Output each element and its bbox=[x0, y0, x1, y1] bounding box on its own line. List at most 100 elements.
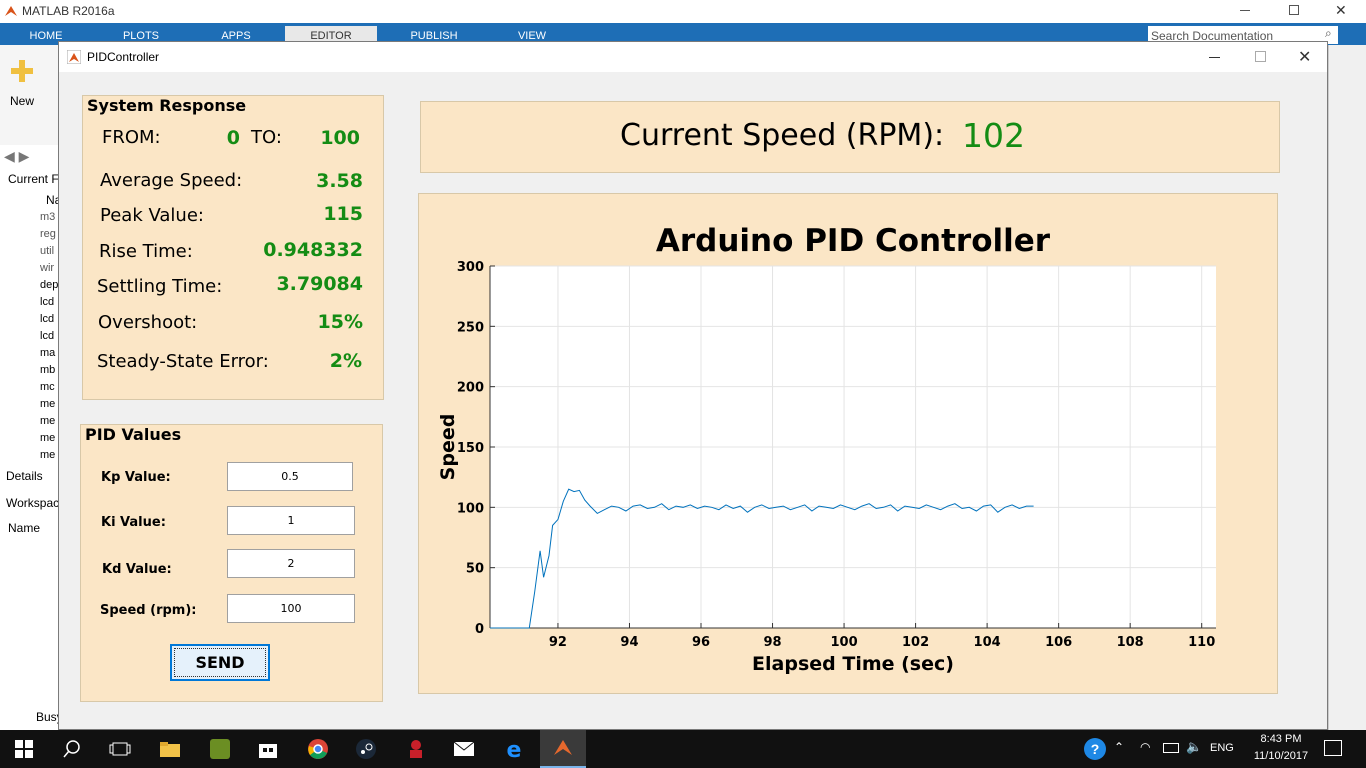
task-view-icon[interactable] bbox=[98, 730, 142, 768]
store-icon[interactable] bbox=[246, 730, 290, 768]
maximize-icon[interactable] bbox=[1255, 51, 1266, 62]
game-icon[interactable] bbox=[394, 730, 438, 768]
x-axis-label: Elapsed Time (sec) bbox=[752, 653, 954, 675]
details-label[interactable]: Details bbox=[6, 469, 43, 483]
y-tick-label: 150 bbox=[457, 441, 484, 456]
matlab-logo-icon bbox=[4, 4, 18, 18]
list-item[interactable]: reg bbox=[40, 228, 56, 240]
speed-label: Speed (rpm): bbox=[100, 603, 197, 618]
list-item[interactable]: mc bbox=[40, 381, 55, 393]
battery-icon[interactable] bbox=[1163, 743, 1179, 753]
from-label: FROM: bbox=[102, 127, 161, 148]
search-icon[interactable]: ⌕ bbox=[1325, 26, 1332, 41]
list-item[interactable]: lcd bbox=[40, 296, 54, 308]
kd-input[interactable]: 2 bbox=[227, 549, 355, 578]
matlab-titlebar: MATLAB R2016a ✕ bbox=[0, 0, 1366, 23]
list-item[interactable]: util bbox=[40, 245, 54, 257]
kp-input[interactable]: 0.5 bbox=[227, 462, 353, 491]
minimize-icon[interactable] bbox=[1240, 10, 1250, 11]
y-axis-label: Speed bbox=[437, 414, 459, 481]
matlab-toolstrip: New bbox=[0, 45, 60, 146]
steam-icon[interactable] bbox=[344, 730, 388, 768]
svg-text:e: e bbox=[507, 738, 522, 760]
close-icon[interactable]: ✕ bbox=[1298, 47, 1311, 67]
windows-start-icon[interactable] bbox=[0, 730, 48, 768]
chrome-icon[interactable] bbox=[296, 730, 340, 768]
x-tick-label: 104 bbox=[974, 635, 1001, 650]
from-value: 0 bbox=[226, 127, 240, 149]
edge-icon[interactable]: e bbox=[492, 730, 536, 768]
list-item[interactable]: wir bbox=[40, 262, 54, 274]
ki-label: Ki Value: bbox=[101, 515, 166, 530]
send-button[interactable]: SEND bbox=[170, 644, 270, 681]
current-speed-label: Current Speed (RPM): bbox=[620, 118, 945, 153]
list-item[interactable]: dep bbox=[40, 279, 58, 291]
x-tick-label: 110 bbox=[1188, 635, 1215, 650]
file-explorer-icon[interactable] bbox=[148, 730, 192, 768]
peak-value-value: 115 bbox=[323, 203, 363, 225]
restore-icon[interactable] bbox=[1289, 5, 1299, 15]
average-speed-value: 3.58 bbox=[316, 170, 363, 192]
y-tick-label: 250 bbox=[457, 320, 484, 335]
window-titlebar: PIDController ✕ bbox=[59, 42, 1327, 72]
list-item[interactable]: me bbox=[40, 449, 55, 461]
back-icon[interactable]: ◀ ▶ bbox=[4, 148, 29, 165]
kd-label: Kd Value: bbox=[102, 562, 172, 577]
name-column-header[interactable]: Name bbox=[8, 521, 40, 535]
current-folder-label: Current F bbox=[8, 172, 59, 186]
notification-icon[interactable] bbox=[1324, 740, 1342, 756]
y-tick-label: 100 bbox=[457, 501, 484, 516]
system-response-title: System Response bbox=[83, 96, 251, 115]
x-tick-label: 108 bbox=[1117, 635, 1144, 650]
workspace-label[interactable]: Workspac bbox=[6, 496, 59, 510]
average-speed-label: Average Speed: bbox=[100, 170, 243, 191]
language-indicator[interactable]: ENG bbox=[1210, 742, 1234, 754]
settling-time-label: Settling Time: bbox=[97, 276, 223, 297]
list-item[interactable]: me bbox=[40, 398, 55, 410]
kp-label: Kp Value: bbox=[101, 470, 171, 485]
list-item[interactable]: me bbox=[40, 432, 55, 444]
chevron-up-icon[interactable]: ⌃ bbox=[1114, 740, 1124, 754]
window-title: PIDController bbox=[87, 50, 160, 64]
x-tick-label: 92 bbox=[549, 635, 567, 650]
ki-input[interactable]: 1 bbox=[227, 506, 355, 535]
list-item[interactable]: me bbox=[40, 415, 55, 427]
clock-time[interactable]: 8:43 PM bbox=[1246, 733, 1316, 745]
new-button-label[interactable]: New bbox=[10, 94, 34, 108]
peak-value-label: Peak Value: bbox=[100, 205, 204, 226]
x-tick-label: 106 bbox=[1045, 635, 1072, 650]
x-tick-label: 100 bbox=[830, 635, 857, 650]
close-icon[interactable]: ✕ bbox=[1335, 2, 1347, 19]
windows-taskbar: e ? ⌃ ◠ 🔈 ENG 8:43 PM 11/10/2017 bbox=[0, 730, 1366, 768]
y-ticks: 0 50 100 150 200 250 300 bbox=[457, 260, 495, 637]
search-icon[interactable] bbox=[50, 730, 94, 768]
list-item[interactable]: lcd bbox=[40, 330, 54, 342]
x-tick-label: 94 bbox=[620, 635, 638, 650]
current-speed-value: 102 bbox=[962, 116, 1025, 155]
clock-date[interactable]: 11/10/2017 bbox=[1246, 750, 1316, 762]
help-icon[interactable]: ? bbox=[1084, 738, 1106, 760]
y-tick-label: 0 bbox=[475, 622, 484, 637]
mail-icon[interactable] bbox=[442, 730, 486, 768]
volume-icon[interactable]: 🔈 bbox=[1186, 739, 1202, 755]
y-tick-label: 300 bbox=[457, 260, 484, 275]
speed-input[interactable]: 100 bbox=[227, 594, 355, 623]
matlab-taskbar-icon[interactable] bbox=[540, 730, 586, 768]
list-item[interactable]: lcd bbox=[40, 313, 54, 325]
new-icon[interactable] bbox=[10, 59, 34, 83]
to-label: TO: bbox=[251, 127, 282, 148]
minimize-icon[interactable] bbox=[1209, 57, 1220, 58]
x-tick-label: 96 bbox=[692, 635, 710, 650]
y-tick-label: 200 bbox=[457, 381, 484, 396]
rise-time-label: Rise Time: bbox=[99, 241, 193, 262]
list-item[interactable]: m3 bbox=[40, 211, 55, 223]
overshoot-label: Overshoot: bbox=[98, 312, 198, 333]
app-icon[interactable] bbox=[198, 730, 242, 768]
list-item[interactable]: mb bbox=[40, 364, 55, 376]
x-tick-label: 98 bbox=[763, 635, 781, 650]
wifi-icon[interactable]: ◠ bbox=[1140, 740, 1150, 754]
x-tick-label: 102 bbox=[902, 635, 929, 650]
y-tick-label: 50 bbox=[466, 562, 484, 577]
list-item[interactable]: ma bbox=[40, 347, 55, 359]
matlab-current-folder-panel: ◀ ▶ Current F Na m3 reg util wir dep lcd… bbox=[0, 145, 63, 730]
